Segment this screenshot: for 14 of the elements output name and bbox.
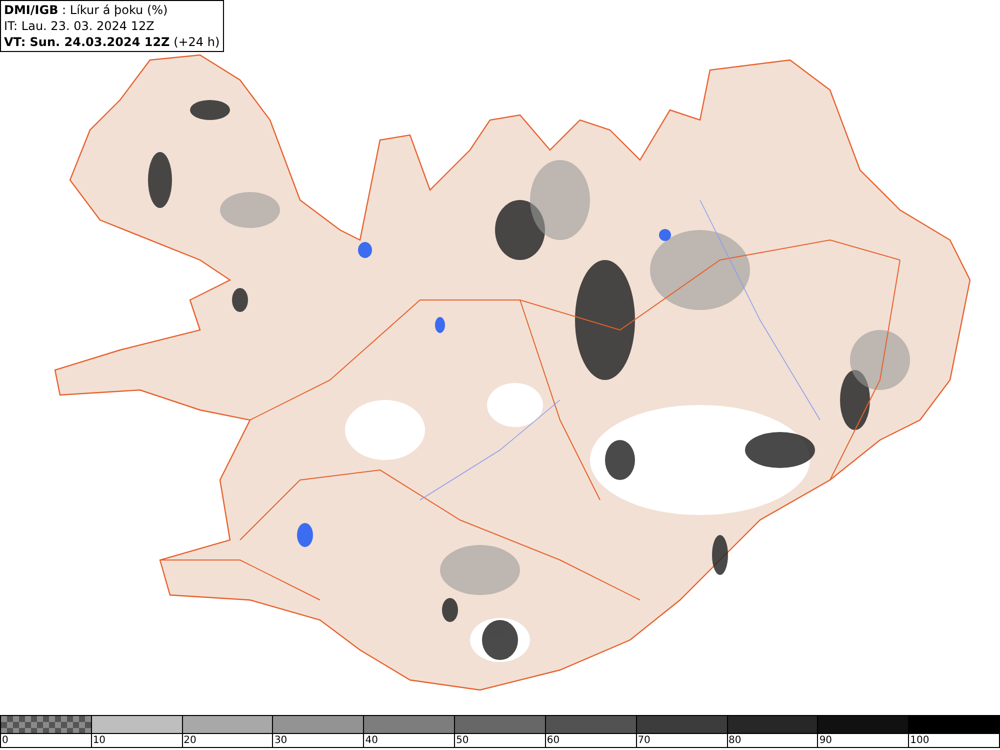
legend-label: 80 [728,734,742,747]
legend-label: 30 [273,734,288,747]
caption-line: DMI/IGB : Líkur á þoku (%) [4,2,169,18]
caption-line: VT: Sun. 24.03.2024 12Z (+24 h) [4,34,220,50]
legend-label: 10 [92,734,106,747]
legend-label: 100 [909,734,930,747]
caption-line: IT: Lau. 23. 03. 2024 12Z [4,18,156,34]
legend-label: 20 [182,734,196,747]
legend-label: 50 [455,734,469,747]
legend-label: 0 [1,734,8,747]
legend-label: 60 [546,734,560,747]
legend-label: 90 [818,734,832,747]
legend-label: 70 [636,734,650,747]
legend-label: 40 [364,734,378,747]
